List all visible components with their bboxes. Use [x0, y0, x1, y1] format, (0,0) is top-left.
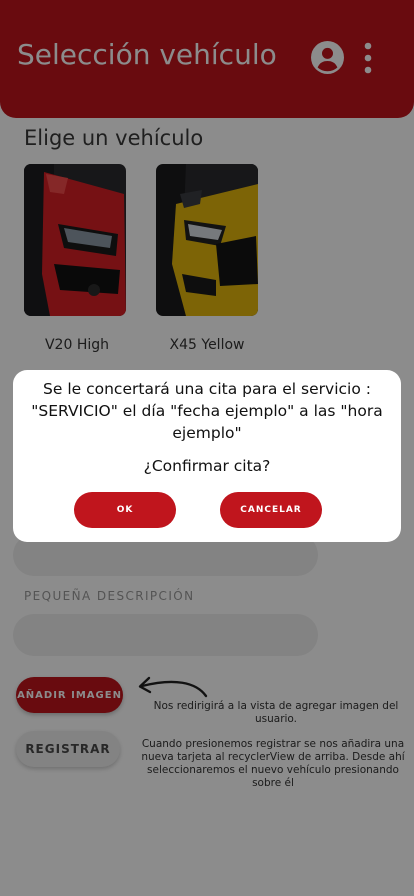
cancel-button[interactable]: CANCELAR: [220, 492, 322, 528]
vehicle-selection-screen: Selección vehículo Elige un vehículo V20…: [0, 0, 414, 896]
ok-button[interactable]: OK: [74, 492, 176, 528]
dialog-question: ¿Confirmar cita?: [143, 457, 271, 475]
confirm-appointment-dialog: Se le concertará una cita para el servic…: [13, 370, 401, 542]
dialog-message: Se le concertará una cita para el servic…: [31, 380, 383, 442]
